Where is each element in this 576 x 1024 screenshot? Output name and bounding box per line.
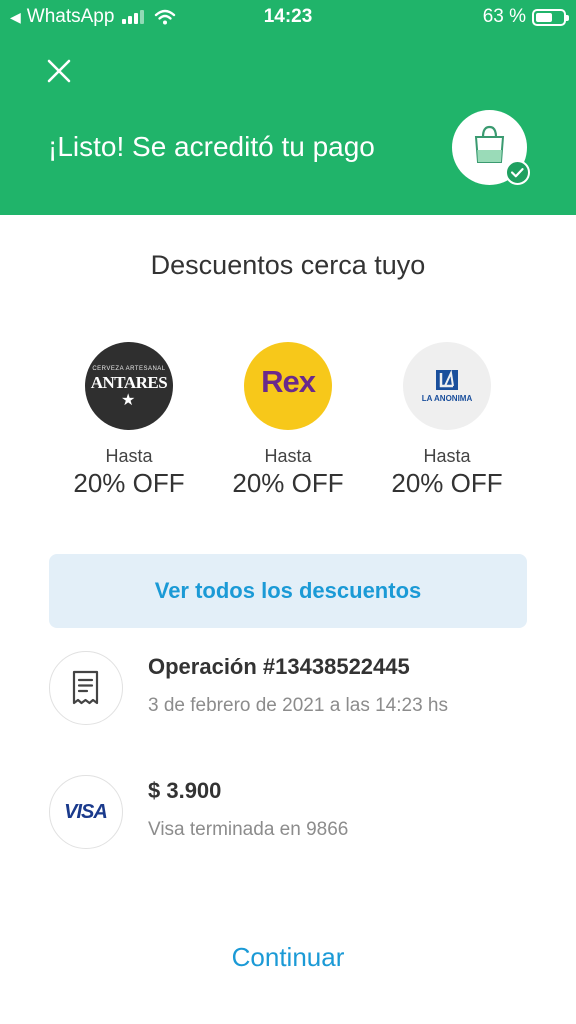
discounts-title: Descuentos cerca tuyo	[150, 250, 426, 280]
status-bar: ◀ WhatsApp 14:23 63 %	[0, 0, 576, 34]
merchant-antares[interactable]: CERVEZA ARTESANAL ANTARES ★ Hasta 20% OF…	[49, 342, 209, 499]
continue-button[interactable]: Continuar	[0, 942, 576, 973]
success-header: ◀ WhatsApp 14:23 63 % ¡Listo! Se acredit…	[0, 0, 576, 215]
antares-logo: CERVEZA ARTESANAL ANTARES ★	[85, 342, 173, 430]
discount-value: 20% OFF	[391, 468, 503, 498]
payment-row: VISA $ 3.900 Visa terminada en 9866	[49, 775, 529, 849]
see-all-discounts-button[interactable]: Ver todos los descuentos	[49, 554, 527, 628]
merchant-la-anonima[interactable]: LA ANONIMA Hasta 20% OFF	[367, 342, 527, 499]
receipt-icon	[49, 651, 123, 725]
battery-status: 63 %	[482, 6, 569, 28]
discount-value: 20% OFF	[232, 468, 344, 498]
la-anonima-mark-icon	[436, 369, 458, 390]
operation-row: Operación #13438522445 3 de febrero de 2…	[49, 651, 529, 725]
payment-card: Visa terminada en 9866	[148, 819, 349, 840]
battery-icon	[532, 8, 569, 26]
visa-icon: VISA	[49, 775, 123, 849]
discount-value: 20% OFF	[73, 468, 185, 498]
check-icon	[505, 160, 530, 185]
merchant-rex[interactable]: Rex Hasta 20% OFF	[208, 342, 368, 499]
la-anonima-logo: LA ANONIMA	[403, 342, 491, 430]
payment-amount: $ 3.900	[148, 778, 222, 803]
page-title: ¡Listo! Se acreditó tu pago	[48, 131, 375, 162]
discount-prefix: Hasta	[423, 446, 471, 466]
discount-prefix: Hasta	[105, 446, 153, 466]
close-icon[interactable]	[44, 56, 74, 86]
battery-percent: 63 %	[482, 6, 526, 27]
operation-number: Operación #13438522445	[148, 654, 410, 679]
star-icon: ★	[121, 392, 136, 409]
operation-date: 3 de febrero de 2021 a las 14:23 hs	[148, 695, 449, 716]
discount-prefix: Hasta	[264, 446, 312, 466]
rex-logo: Rex	[244, 342, 332, 430]
